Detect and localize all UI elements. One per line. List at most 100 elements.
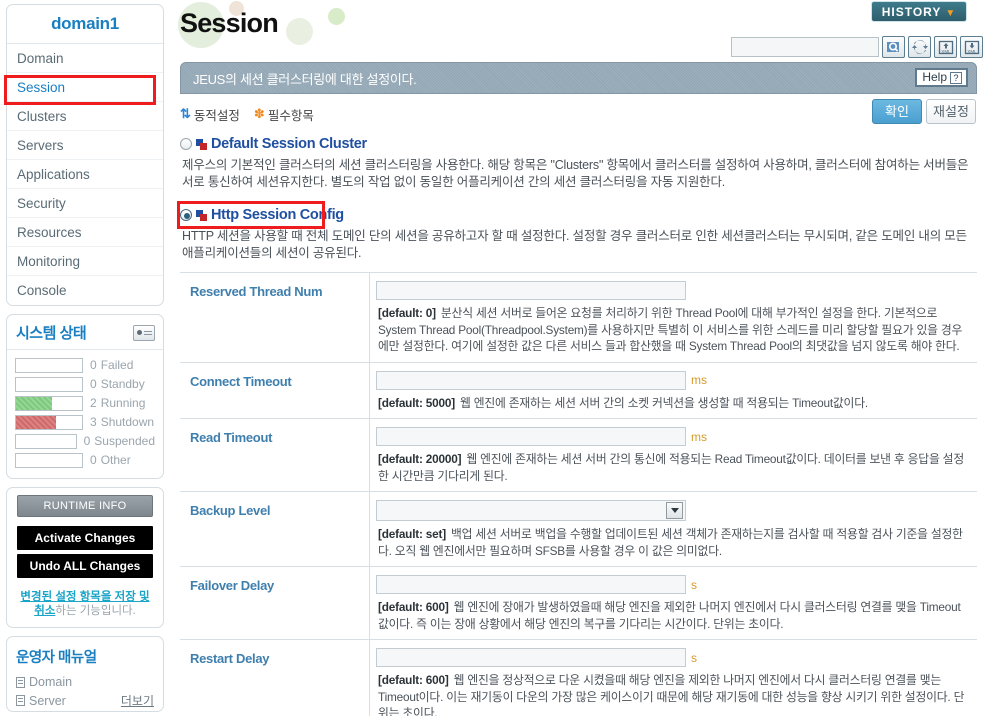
document-icon	[16, 695, 25, 706]
sidebar-item-label: Monitoring	[17, 254, 81, 269]
svg-text:XML: XML	[941, 49, 951, 54]
manual-title: 운영자 매뉴얼	[16, 650, 97, 666]
document-icon	[16, 676, 25, 688]
sidebar-item-servers[interactable]: Servers	[7, 131, 163, 160]
ok-button[interactable]: 확인	[872, 99, 922, 124]
sidebar: domain1 Domain Session Clusters Servers Appl…	[0, 0, 170, 716]
reserved-thread-num-input[interactable]	[376, 281, 686, 300]
form-row-description: [default: 20000] 웹 엔진에 존재하는 세션 서버 간의 통신에 …	[378, 452, 964, 483]
search-icon[interactable]	[882, 36, 905, 58]
laptop-icon[interactable]	[133, 324, 155, 341]
form-row-description: [default: 5000] 웹 엔진에 존재하는 세션 서버 간의 소켓 커넥…	[378, 395, 868, 410]
sidebar-item-label: Clusters	[17, 109, 67, 124]
form-row-control-cell: [default: set] 백업 세션 서버로 백업을 수행할 업데이트된 세션…	[370, 492, 977, 566]
session-option-2: Http Session Config HTTP 세션을 사용할 때 전체 도메인…	[177, 201, 977, 262]
manual-row-domain[interactable]: Domain	[7, 674, 163, 691]
sidebar-item-label: Domain	[17, 51, 64, 66]
form-control-line	[376, 281, 971, 300]
radio-button[interactable]	[180, 209, 192, 221]
undo-all-changes-button[interactable]: Undo ALL Changes	[17, 554, 153, 578]
session-options-area: Default Session Cluster 제우스의 기본적인 클러스터의 세…	[176, 134, 983, 262]
sidebar-item-label: Console	[17, 283, 67, 298]
connect-timeout-input[interactable]	[376, 370, 686, 390]
sidebar-item-resources[interactable]: Resources	[7, 218, 163, 247]
default-value-label: [default: 600]	[378, 600, 449, 614]
form-row-description: [default: 600] 웹 엔진에 장애가 발생하였을때 해당 엔진을 제외…	[378, 600, 961, 631]
manual-row-server[interactable]: Server 더보기	[7, 691, 163, 711]
form-row: Failover Delay s [default: 600] 웹 엔진에 장애가 발…	[180, 567, 977, 640]
form-row-description: [default: 600] 웹 엔진을 정상적으로 다운 시켰을때 해당 엔진을…	[378, 673, 965, 716]
form-control-line: s	[376, 648, 971, 667]
refresh-icon[interactable]	[908, 36, 931, 58]
configuration-form-table: Reserved Thread Num [default: 0] 분산식 세션 서버…	[180, 272, 977, 716]
form-row-label: Read Timeout	[180, 419, 370, 491]
sidebar-item-label: Session	[17, 80, 66, 95]
status-bar	[15, 395, 83, 411]
default-value-label: [default: set]	[378, 527, 446, 541]
form-row: Read Timeout ms [default: 20000] 웹 엔진에 존재하는…	[180, 419, 977, 492]
status-row: 0 Standby	[15, 375, 155, 393]
form-row-control-cell: s [default: 600] 웹 엔진을 정상적으로 다운 시켰을때 해당 엔진…	[370, 640, 977, 716]
form-row-description: [default: 0] 분산식 세션 서버로 들어온 요청를 처리하기 위한 T…	[378, 306, 963, 353]
sidebar-item-clusters[interactable]: Clusters	[7, 102, 163, 131]
session-option-description: 제우스의 기본적인 클러스터의 세션 클러스터링을 사용한다. 해당 항목은 "…	[182, 158, 969, 189]
status-row: 3 Shutdown	[15, 413, 155, 431]
domain-title: domain1	[7, 5, 163, 44]
status-label: 3 Shutdown	[90, 415, 155, 429]
manual-item-label: Domain	[29, 675, 73, 689]
reset-button[interactable]: 재설정	[926, 99, 976, 124]
sidebar-item-applications[interactable]: Applications	[7, 160, 163, 189]
dynamic-refresh-icon: ⇅	[180, 106, 191, 121]
status-bar	[15, 376, 83, 392]
xml-upload-icon[interactable]: XML	[934, 36, 957, 58]
status-label: 0 Failed	[90, 358, 134, 372]
form-row-label: Reserved Thread Num	[180, 273, 370, 362]
chevron-down-icon	[666, 502, 683, 519]
description-text: JEUS의 세션 클러스터링에 대한 설정이다.	[193, 71, 417, 87]
sidebar-item-domain[interactable]: Domain	[7, 44, 163, 73]
system-status-list: 0 Failed 0 Standby 2 Running 3 Shutdown 0 Suspend…	[7, 350, 163, 478]
legend-row: ⇅ 동적설정 ✽ 필수항목 확인 재설정	[180, 94, 977, 134]
session-option-header[interactable]: Http Session Config	[180, 205, 977, 225]
sidebar-item-monitoring[interactable]: Monitoring	[7, 247, 163, 276]
config-marker-icon	[196, 138, 207, 150]
chevron-down-icon: ▼	[945, 8, 957, 19]
form-control-line: ms	[376, 427, 971, 446]
search-input[interactable]	[731, 37, 879, 57]
manual-panel: 운영자 매뉴얼 Domain Server 더보기	[6, 636, 164, 712]
history-button[interactable]: HISTORY ▼	[871, 1, 967, 22]
form-control-line: s	[376, 575, 971, 594]
runtime-info-button[interactable]: RUNTIME INFO	[17, 495, 153, 517]
unit-label: ms	[691, 429, 707, 444]
form-row: Reserved Thread Num [default: 0] 분산식 세션 서버…	[180, 273, 977, 363]
decorative-circle	[286, 18, 313, 45]
status-bar	[15, 433, 77, 449]
form-control-line: ms	[376, 370, 971, 390]
session-option-header[interactable]: Default Session Cluster	[180, 134, 977, 154]
changes-note-tail: 하는 기능입니다.	[55, 605, 136, 617]
status-bar-fill	[16, 415, 56, 429]
xml-download-icon[interactable]: XML	[960, 36, 983, 58]
manual-item-label: Server	[29, 693, 66, 708]
legend-required-label: 필수항목	[267, 108, 314, 123]
sidebar-item-security[interactable]: Security	[7, 189, 163, 218]
manual-more-link[interactable]: 더보기	[121, 692, 154, 709]
sidebar-item-label: Resources	[17, 225, 82, 240]
session-option-title: Default Session Cluster	[211, 136, 367, 152]
sidebar-item-session[interactable]: Session	[7, 73, 163, 102]
help-button[interactable]: Help ?	[915, 68, 968, 87]
restart-delay-input[interactable]	[376, 648, 686, 667]
status-bar-fill	[16, 396, 53, 410]
legend-dynamic-label: 동적설정	[193, 108, 240, 123]
radio-button[interactable]	[180, 138, 192, 150]
sidebar-item-console[interactable]: Console	[7, 276, 163, 305]
description-bar: JEUS의 세션 클러스터링에 대한 설정이다. Help ?	[180, 62, 977, 94]
read-timeout-input[interactable]	[376, 427, 686, 446]
navigation-panel: domain1 Domain Session Clusters Servers Appl…	[6, 4, 164, 306]
help-button-label: Help	[922, 70, 947, 84]
form-row-label: Failover Delay	[180, 567, 370, 639]
failover-delay-input[interactable]	[376, 575, 686, 594]
activate-changes-button[interactable]: Activate Changes	[17, 526, 153, 550]
changes-button-block: RUNTIME INFO Activate Changes Undo ALL C…	[7, 488, 163, 586]
backup-level-select[interactable]	[376, 500, 686, 521]
